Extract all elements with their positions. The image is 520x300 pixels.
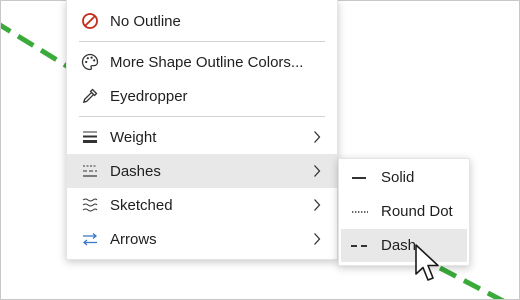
shape-outline-menu: No Outline More Shape Outline Colors... … [66, 0, 338, 260]
chevron-right-icon [311, 129, 323, 145]
dashes-submenu: Solid Round Dot Dash [338, 158, 470, 266]
chevron-right-icon [311, 197, 323, 213]
menu-item-label: Arrows [110, 230, 157, 248]
solid-line-icon [350, 172, 370, 184]
submenu-item-dash[interactable]: Dash [341, 229, 467, 262]
dashes-icon [79, 160, 101, 182]
mouse-pointer-icon [415, 244, 439, 281]
menu-item-more-outline-colors[interactable]: More Shape Outline Colors... [67, 45, 337, 79]
palette-icon [79, 51, 101, 73]
no-outline-icon [79, 10, 101, 32]
menu-item-sketched[interactable]: Sketched [67, 188, 337, 222]
menu-item-label: More Shape Outline Colors... [110, 53, 304, 71]
dash-line-icon [350, 240, 370, 252]
submenu-item-label: Solid [381, 169, 415, 186]
menu-item-label: Dashes [110, 162, 161, 180]
menu-item-label: Eyedropper [110, 87, 188, 105]
chevron-right-icon [311, 231, 323, 247]
submenu-item-round-dot[interactable]: Round Dot [341, 195, 467, 228]
menu-item-label: No Outline [110, 12, 181, 30]
menu-item-label: Weight [110, 128, 157, 146]
submenu-item-label: Dash [381, 237, 417, 254]
menu-item-label: Sketched [110, 196, 173, 214]
menu-item-no-outline[interactable]: No Outline [67, 4, 337, 38]
menu-item-arrows[interactable]: Arrows [67, 222, 337, 256]
menu-separator [79, 41, 325, 42]
menu-separator [79, 116, 325, 117]
menu-item-eyedropper[interactable]: Eyedropper [67, 79, 337, 113]
chevron-right-icon [311, 163, 323, 179]
eyedropper-icon [79, 85, 101, 107]
round-dot-line-icon [350, 206, 370, 218]
arrows-icon [79, 228, 101, 250]
menu-item-dashes[interactable]: Dashes [67, 154, 337, 188]
menu-item-weight[interactable]: Weight [67, 120, 337, 154]
submenu-item-label: Round Dot [381, 203, 453, 220]
weight-lines-icon [79, 126, 101, 148]
sketched-icon [79, 194, 101, 216]
submenu-item-solid[interactable]: Solid [341, 161, 467, 194]
